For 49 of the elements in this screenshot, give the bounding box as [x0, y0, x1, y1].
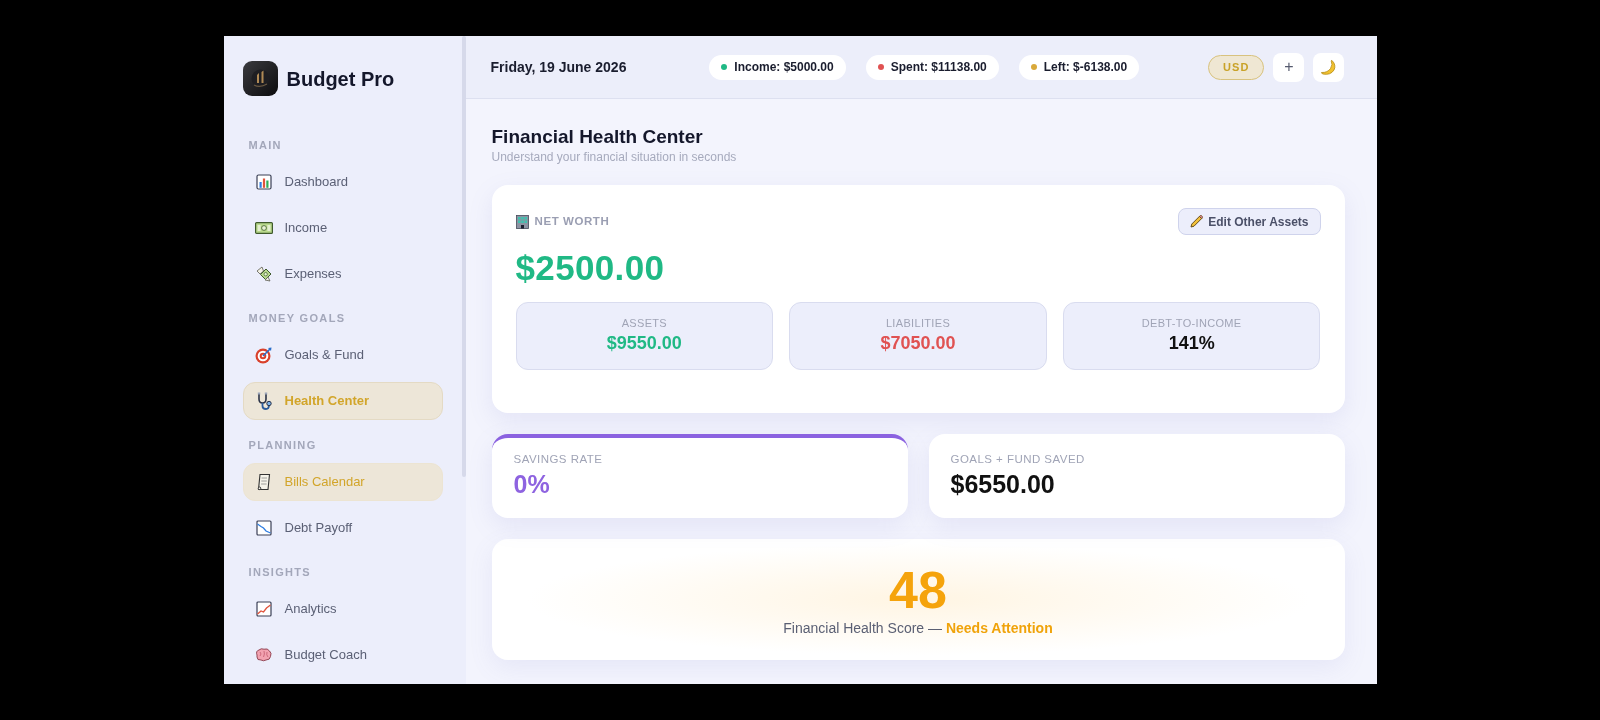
moon-icon — [1320, 58, 1338, 76]
scroll-icon — [256, 473, 271, 491]
chart-down-icon — [255, 520, 272, 536]
building-icon — [515, 214, 529, 229]
nav-section-title: MAIN — [247, 138, 282, 152]
stat-value: $7050.00 — [880, 333, 956, 354]
edit-assets-button[interactable]: Edit Other Assets — [1178, 208, 1321, 235]
pencil-icon — [1190, 215, 1204, 228]
chart-up-icon — [255, 601, 272, 617]
summary-card-value: 0% — [513, 469, 551, 499]
nav-item[interactable]: Budget Coach — [242, 636, 443, 674]
summary-card-label: GOALS + FUND SAVED — [950, 452, 1086, 466]
net-worth-value: $2500.00 — [515, 248, 666, 288]
summary-pill-text: Spent: $11138.00 — [890, 59, 987, 76]
summary-card-label: SAVINGS RATE — [513, 452, 604, 466]
nav-section-title: PLANNING — [247, 438, 317, 452]
winged-money-icon — [255, 266, 272, 282]
scrollbar-thumb[interactable] — [461, 36, 466, 477]
summary-pill-text: Left: $-6138.00 — [1043, 59, 1128, 76]
app-logo-icon — [242, 61, 278, 96]
nav-item[interactable]: Expenses — [242, 255, 443, 293]
stat-value: 141% — [1168, 333, 1215, 354]
stethoscope-icon — [255, 392, 272, 410]
nav-section-title: MONEY GOALS — [247, 311, 346, 325]
nav-section-title: INSIGHTS — [247, 565, 311, 579]
nav-item[interactable]: Debt Payoff — [242, 509, 443, 547]
stat-label: DEBT-TO-INCOME — [1141, 317, 1242, 330]
nav-item[interactable]: Goals & Fund — [242, 336, 443, 374]
app-name: Budget Pro — [286, 66, 395, 91]
add-button[interactable]: + — [1273, 52, 1305, 82]
brain-icon — [255, 648, 272, 662]
banknote-icon — [254, 222, 273, 234]
date-label: Friday, 19 June 2026 — [490, 57, 628, 77]
page-title: Financial Health Center — [491, 126, 704, 148]
nav-item[interactable]: Analytics — [242, 590, 443, 628]
stat-label: LIABILITIES — [885, 317, 951, 330]
target-icon — [255, 346, 272, 364]
nav-item[interactable]: Income — [242, 209, 443, 247]
theme-toggle-button[interactable] — [1313, 52, 1345, 82]
page-subtitle: Understand your financial situation in seconds — [491, 149, 738, 165]
health-score-caption: Financial Health Score — Needs Attention — [783, 620, 1053, 636]
health-score-value: 48 — [889, 565, 947, 615]
stat-label: ASSETS — [621, 317, 667, 330]
summary-pill-text: Income: $5000.00 — [734, 59, 834, 76]
nav-item[interactable]: Dashboard — [242, 163, 443, 201]
summary-card-value: $6550.00 — [950, 469, 1056, 499]
bar-chart-icon — [255, 174, 272, 190]
stat-value: $9550.00 — [606, 333, 682, 354]
net-worth-label: NET WORTH — [534, 213, 610, 229]
